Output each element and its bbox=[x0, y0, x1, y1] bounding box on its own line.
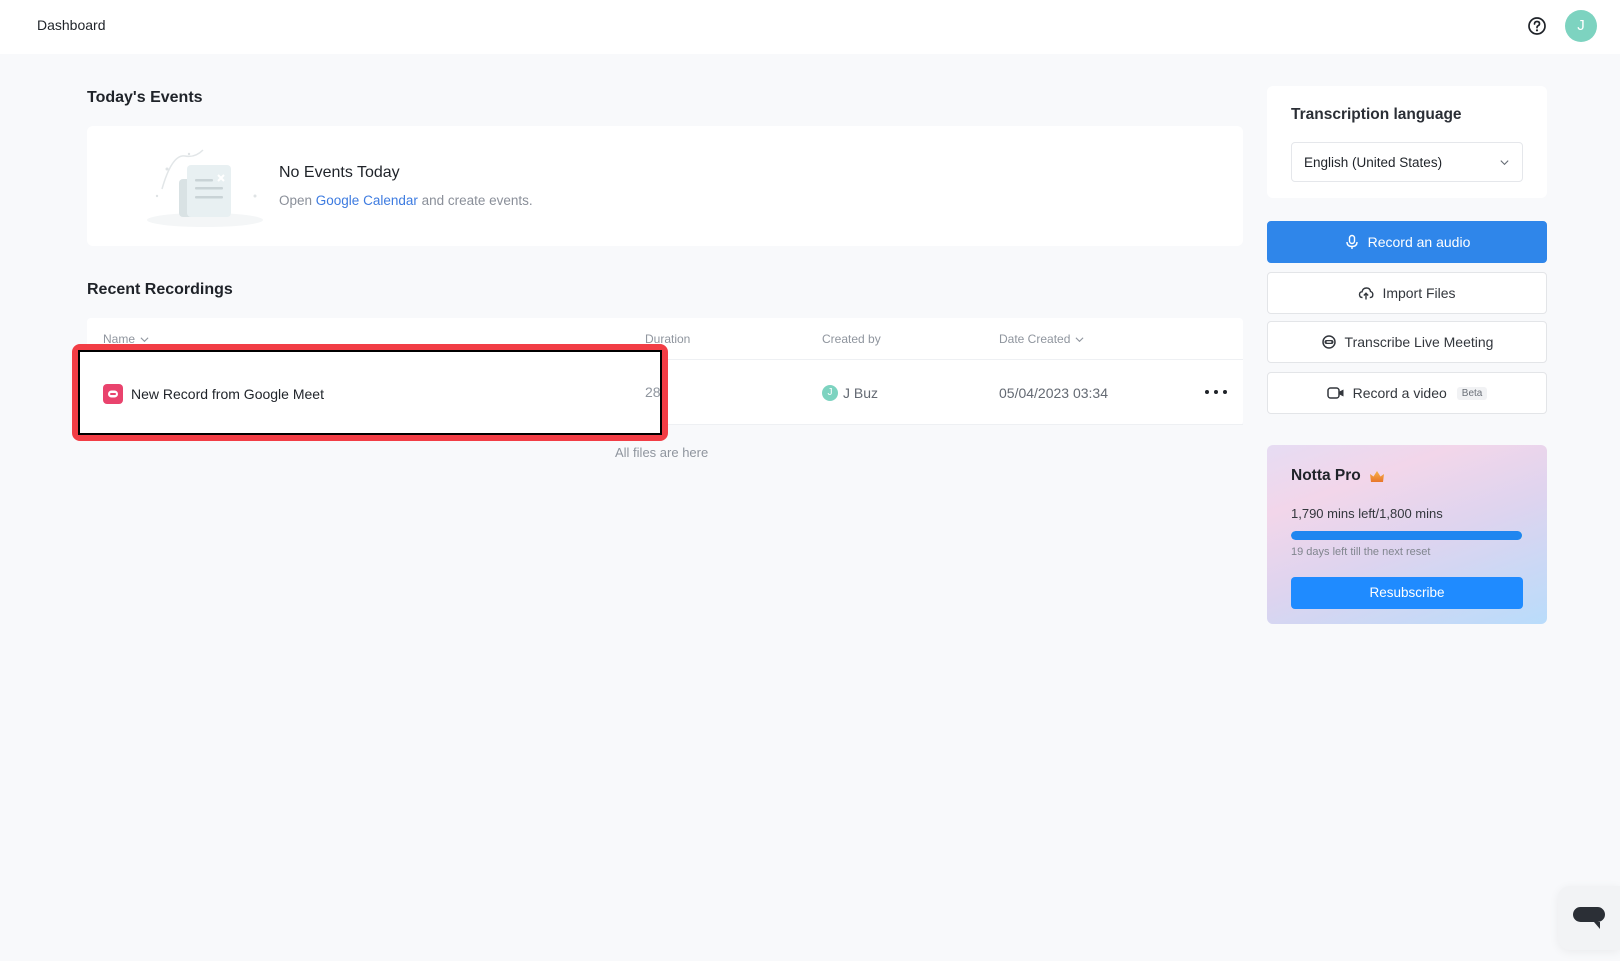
no-events-prefix: Open bbox=[279, 193, 316, 208]
import-files-label: Import Files bbox=[1382, 285, 1456, 301]
resubscribe-button[interactable]: Resubscribe bbox=[1291, 577, 1523, 609]
todays-events-card: No Events Today Open Google Calendar and… bbox=[87, 126, 1243, 246]
chat-bubble-icon bbox=[1573, 907, 1605, 929]
plan-card: Notta Pro 1,790 mins left/1,800 mins 19 … bbox=[1267, 445, 1547, 624]
transcribe-live-meeting-label: Transcribe Live Meeting bbox=[1344, 334, 1494, 350]
google-calendar-link[interactable]: Google Calendar bbox=[316, 193, 418, 208]
plan-title: Notta Pro bbox=[1291, 467, 1385, 485]
column-created-by-label: Created by bbox=[822, 332, 881, 346]
record-audio-label: Record an audio bbox=[1367, 234, 1471, 250]
import-files-button[interactable]: Import Files bbox=[1267, 272, 1547, 314]
google-meet-icon bbox=[103, 384, 123, 404]
top-header: Dashboard J bbox=[0, 0, 1620, 54]
no-events-suffix: and create events. bbox=[417, 193, 533, 208]
minutes-progress-bar bbox=[1291, 531, 1523, 540]
page-title: Dashboard bbox=[37, 17, 106, 33]
transcription-language-title: Transcription language bbox=[1291, 106, 1462, 123]
column-name-label: Name bbox=[103, 332, 136, 346]
question-circle-icon[interactable] bbox=[1527, 16, 1547, 36]
chevron-down-icon bbox=[1075, 336, 1084, 342]
plan-title-text: Notta Pro bbox=[1291, 467, 1361, 484]
microphone-icon bbox=[1345, 234, 1358, 249]
language-select-value: English (United States) bbox=[1304, 154, 1443, 170]
column-duration-label: Duration bbox=[645, 332, 691, 346]
reset-countdown: 19 days left till the next reset bbox=[1291, 546, 1431, 558]
column-created-by: Created by bbox=[822, 332, 881, 346]
row-divider bbox=[78, 350, 662, 351]
live-meeting-icon bbox=[1321, 335, 1336, 349]
column-duration: Duration bbox=[645, 332, 690, 346]
recording-creator: J J Buz bbox=[822, 360, 878, 425]
recording-date: 05/04/2023 03:34 bbox=[999, 384, 1108, 401]
column-name-sort[interactable]: Name bbox=[103, 332, 149, 346]
minutes-progress-fill bbox=[1291, 531, 1522, 540]
empty-document-illustration-icon bbox=[147, 149, 263, 227]
column-date-created-sort[interactable]: Date Created bbox=[999, 332, 1084, 346]
chevron-down-icon bbox=[140, 336, 149, 342]
user-avatar[interactable]: J bbox=[1565, 10, 1597, 42]
beta-badge: Beta bbox=[1456, 386, 1488, 400]
crown-icon bbox=[1369, 471, 1384, 482]
highlighted-duration: 28s bbox=[645, 384, 662, 400]
minutes-remaining: 1,790 mins left/1,800 mins bbox=[1291, 506, 1443, 521]
todays-events-title: Today's Events bbox=[87, 89, 203, 106]
cloud-upload-icon bbox=[1359, 287, 1374, 300]
highlighted-recording-name[interactable]: New Record from Google Meet bbox=[131, 386, 324, 402]
record-audio-button[interactable]: Record an audio bbox=[1267, 221, 1547, 263]
recent-recordings-title: Recent Recordings bbox=[87, 281, 233, 298]
transcription-language-card: Transcription language English (United S… bbox=[1267, 86, 1547, 198]
record-video-label: Record a video bbox=[1352, 385, 1447, 401]
transcribe-live-meeting-button[interactable]: Transcribe Live Meeting bbox=[1267, 321, 1547, 363]
no-events-description: Open Google Calendar and create events. bbox=[279, 193, 533, 208]
no-events-title: No Events Today bbox=[279, 164, 400, 181]
creator-avatar: J bbox=[822, 384, 838, 401]
creator-name: J Buz bbox=[843, 384, 879, 401]
all-files-link[interactable]: All files are here bbox=[615, 445, 708, 460]
language-select[interactable]: English (United States) bbox=[1291, 142, 1523, 182]
chevron-down-icon bbox=[1500, 159, 1509, 165]
more-options-icon[interactable] bbox=[1205, 382, 1227, 402]
highlighted-recording[interactable]: New Record from Google Meet bbox=[103, 384, 324, 404]
chat-support-button[interactable] bbox=[1558, 886, 1620, 950]
video-camera-icon bbox=[1326, 387, 1344, 399]
record-video-button[interactable]: Record a video Beta bbox=[1267, 372, 1547, 414]
column-date-created-label: Date Created bbox=[999, 332, 1071, 346]
